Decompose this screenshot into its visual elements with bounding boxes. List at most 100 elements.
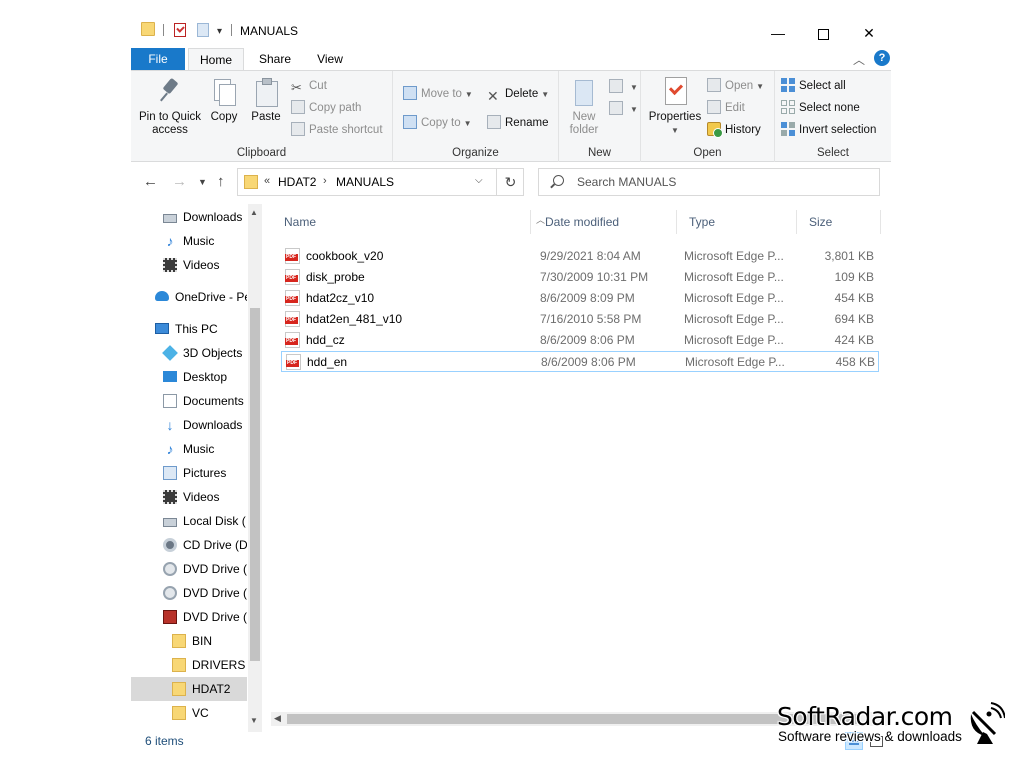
select-none-button[interactable]: Select none bbox=[781, 98, 860, 118]
nav-item-pictures[interactable]: Pictures bbox=[131, 461, 247, 485]
file-date: 9/29/2021 8:04 AM bbox=[540, 249, 641, 263]
invert-selection-button[interactable]: Invert selection bbox=[781, 120, 876, 140]
scroll-up-arrow-icon[interactable]: ▲ bbox=[250, 208, 258, 217]
nav-item-cd-drive[interactable]: CD Drive (D: bbox=[131, 533, 247, 557]
properties-button[interactable]: Properties ▼ bbox=[647, 77, 703, 137]
nav-item-videos-pc[interactable]: Videos bbox=[131, 485, 247, 509]
nav-item-bin[interactable]: BIN bbox=[131, 629, 247, 653]
scroll-left-arrow-icon[interactable]: ◀ bbox=[274, 713, 281, 724]
satellite-dish-icon bbox=[970, 702, 1005, 744]
downloads-icon: ↓ bbox=[166, 416, 174, 433]
chevron-down-icon: ▼ bbox=[463, 119, 472, 128]
select-all-button[interactable]: Select all bbox=[781, 76, 846, 96]
minimize-button[interactable]: — bbox=[755, 18, 801, 48]
scrollbar-thumb[interactable] bbox=[287, 714, 857, 724]
nav-item-vc[interactable]: VC bbox=[131, 701, 247, 725]
rename-label: Rename bbox=[505, 117, 549, 129]
breadcrumb-hdat2[interactable]: HDAT2 bbox=[278, 175, 316, 189]
quick-access-customize-chevron-icon[interactable]: ▾ bbox=[217, 26, 222, 37]
nav-item-downloads[interactable]: ↓ Downloads bbox=[131, 413, 247, 437]
new-folder-button[interactable]: New folder bbox=[565, 77, 603, 137]
table-row[interactable]: hdat2en_481_v10 7/16/2010 5:58 PM Micros… bbox=[281, 309, 879, 330]
forward-arrow-icon[interactable]: → bbox=[172, 173, 187, 190]
nav-item-dvd-drive-3[interactable]: DVD Drive ( bbox=[131, 605, 247, 629]
easy-access-button[interactable]: ▼ bbox=[609, 99, 638, 119]
table-row[interactable]: disk_probe 7/30/2009 10:31 PM Microsoft … bbox=[281, 267, 879, 288]
nav-item-onedrive[interactable]: OneDrive - Pe bbox=[131, 285, 247, 309]
select-all-icon bbox=[781, 77, 795, 92]
table-row[interactable]: cookbook_v20 9/29/2021 8:04 AM Microsoft… bbox=[281, 246, 879, 267]
delete-button[interactable]: ✕ Delete ▼ bbox=[487, 84, 549, 104]
paste-button[interactable]: Paste bbox=[249, 77, 283, 124]
edit-button[interactable]: Edit bbox=[707, 98, 745, 118]
breadcrumb-manuals[interactable]: MANUALS bbox=[336, 175, 394, 189]
scroll-down-arrow-icon[interactable]: ▼ bbox=[250, 716, 258, 725]
copy-icon bbox=[211, 77, 237, 107]
nav-item-3d-objects[interactable]: 3D Objects bbox=[131, 341, 247, 365]
table-row[interactable]: hdat2cz_v10 8/6/2009 8:09 PM Microsoft E… bbox=[281, 288, 879, 309]
address-history-chevron-down-icon[interactable]: ⌵ bbox=[475, 175, 483, 186]
nav-item-dvd-drive-2[interactable]: DVD Drive (I bbox=[131, 581, 247, 605]
nav-item-drivers[interactable]: DRIVERS bbox=[131, 653, 247, 677]
column-header-type[interactable]: Type bbox=[681, 210, 797, 234]
copy-button[interactable]: Copy bbox=[207, 77, 241, 124]
nav-item-this-pc[interactable]: This PC bbox=[131, 317, 247, 341]
breadcrumb-separator[interactable]: › bbox=[323, 175, 327, 187]
tab-file[interactable]: File bbox=[131, 48, 185, 70]
copy-path-label: Copy path bbox=[309, 102, 362, 114]
nav-item-desktop[interactable]: Desktop bbox=[131, 365, 247, 389]
file-size: 109 KB bbox=[834, 270, 874, 284]
tab-home[interactable]: Home bbox=[188, 48, 244, 70]
nav-item-dvd-drive-1[interactable]: DVD Drive (I bbox=[131, 557, 247, 581]
nav-item-music-pc[interactable]: ♪ Music bbox=[131, 437, 247, 461]
column-header-size[interactable]: Size bbox=[801, 210, 881, 234]
tab-share[interactable]: Share bbox=[251, 48, 299, 70]
rename-button[interactable]: Rename bbox=[487, 113, 548, 133]
pin-to-quick-access-button[interactable]: Pin to Quick access bbox=[137, 77, 203, 137]
recent-locations-chevron-down-icon[interactable]: ▼ bbox=[198, 177, 207, 187]
nav-item-videos[interactable]: Videos bbox=[131, 253, 247, 277]
scrollbar-thumb[interactable] bbox=[250, 308, 260, 661]
paste-shortcut-button[interactable]: Paste shortcut bbox=[291, 120, 383, 140]
copy-path-button[interactable]: Copy path bbox=[291, 98, 361, 118]
nav-item-downloads-drive[interactable]: Downloads bbox=[131, 205, 247, 229]
nav-item-music[interactable]: ♪ Music bbox=[131, 229, 247, 253]
file-size: 454 KB bbox=[834, 291, 874, 305]
column-header-date-modified[interactable]: Date modified bbox=[537, 210, 677, 234]
search-box[interactable] bbox=[538, 168, 880, 196]
open-button[interactable]: Open ▼ bbox=[707, 76, 764, 96]
collapse-ribbon-chevron-up-icon[interactable]: ︿ bbox=[853, 51, 865, 68]
column-header-name[interactable]: Name ︿ bbox=[276, 210, 545, 234]
tab-view[interactable]: View bbox=[307, 48, 353, 70]
history-button[interactable]: History bbox=[707, 120, 761, 140]
copy-to-button[interactable]: Copy to ▼ bbox=[403, 113, 472, 133]
cut-button[interactable]: ✂ Cut bbox=[291, 76, 327, 96]
quick-access-new-folder-button[interactable] bbox=[197, 23, 209, 37]
new-group-label: New bbox=[587, 147, 611, 159]
nav-item-local-disk[interactable]: Local Disk ( bbox=[131, 509, 247, 533]
move-to-button[interactable]: Move to ▼ bbox=[403, 84, 473, 104]
search-input[interactable] bbox=[577, 173, 867, 191]
pdf-file-icon bbox=[286, 353, 301, 370]
file-date: 8/6/2009 8:09 PM bbox=[540, 291, 635, 305]
file-type: Microsoft Edge P... bbox=[684, 291, 784, 305]
up-arrow-icon[interactable]: ↑ bbox=[217, 173, 225, 190]
file-date: 8/6/2009 8:06 PM bbox=[540, 333, 635, 347]
refresh-icon[interactable]: ↻ bbox=[496, 169, 524, 195]
table-row[interactable]: hdd_cz 8/6/2009 8:06 PM Microsoft Edge P… bbox=[281, 330, 879, 351]
navigation-pane-scrollbar[interactable]: ▲ ▼ bbox=[248, 204, 262, 732]
back-arrow-icon[interactable]: ← bbox=[143, 173, 158, 190]
nav-item-documents[interactable]: Documents bbox=[131, 389, 247, 413]
address-overflow-icon[interactable]: « bbox=[264, 175, 270, 187]
quick-access-properties-button[interactable] bbox=[174, 23, 186, 37]
new-item-button[interactable]: ▼ bbox=[609, 77, 638, 97]
copy-label: Copy bbox=[210, 111, 238, 123]
nav-item-hdat2[interactable]: HDAT2 bbox=[131, 677, 247, 701]
dvd-drive-icon bbox=[163, 585, 177, 600]
file-size: 694 KB bbox=[834, 312, 874, 326]
close-button[interactable]: ✕ bbox=[846, 18, 892, 48]
address-bar[interactable]: « HDAT2 › MANUALS ⌵ ↻ bbox=[237, 168, 524, 196]
table-row[interactable]: hdd_en 8/6/2009 8:06 PM Microsoft Edge P… bbox=[281, 351, 879, 372]
maximize-button[interactable] bbox=[800, 18, 846, 48]
help-icon[interactable]: ? bbox=[874, 50, 890, 66]
